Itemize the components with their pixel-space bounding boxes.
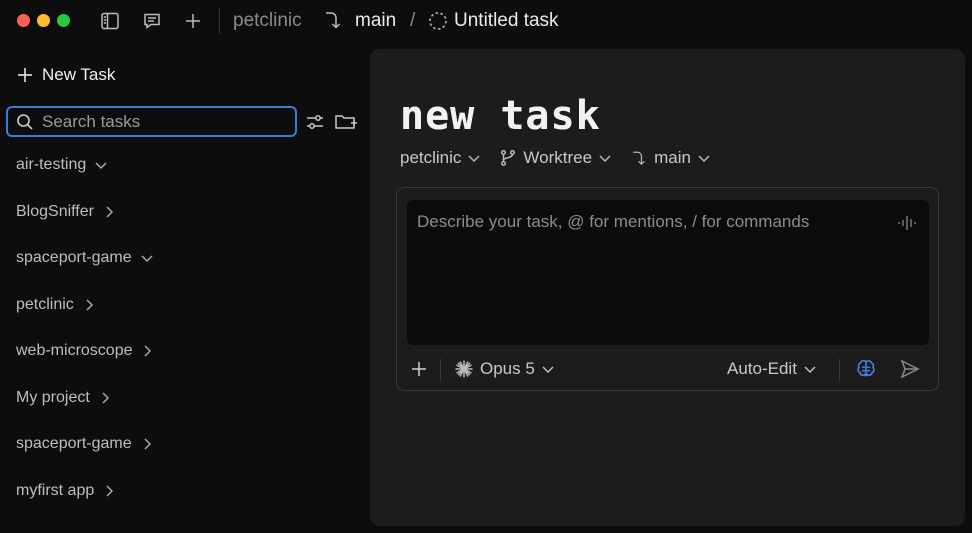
chevron-right-icon bbox=[102, 392, 109, 404]
title-bar: petclinic main / Untitled task bbox=[0, 0, 972, 42]
titlebar-divider bbox=[219, 8, 220, 34]
chevron-down-icon bbox=[599, 155, 611, 163]
breadcrumb-branch[interactable]: main bbox=[355, 9, 396, 33]
project-item[interactable]: myfirst app bbox=[16, 477, 116, 505]
close-window-button[interactable] bbox=[17, 14, 30, 27]
main-panel: new task petclinic Worktree main Describ… bbox=[370, 49, 965, 526]
project-label: My project bbox=[16, 389, 90, 406]
task-status-spinner-icon bbox=[427, 10, 449, 32]
brain-icon bbox=[857, 360, 875, 377]
project-item[interactable]: petclinic bbox=[16, 291, 96, 319]
new-task-button[interactable]: New Task bbox=[16, 63, 115, 87]
attach-plus-button[interactable] bbox=[409, 357, 429, 381]
branch-icon bbox=[322, 9, 344, 31]
project-label: air-testing bbox=[16, 156, 87, 173]
project-item[interactable]: air-testing bbox=[16, 151, 108, 179]
project-item[interactable]: BlogSniffer bbox=[16, 198, 116, 226]
sparkle-icon bbox=[455, 360, 473, 378]
prompt-area bbox=[407, 200, 929, 345]
breadcrumb-separator: / bbox=[410, 10, 416, 31]
new-task-label: New Task bbox=[42, 65, 116, 84]
footer-divider bbox=[839, 359, 840, 381]
chevron-down-icon bbox=[542, 366, 554, 374]
plus-icon bbox=[18, 68, 32, 82]
model-selector[interactable]: Opus 5 bbox=[454, 357, 555, 381]
edit-mode-selector[interactable]: Auto-Edit bbox=[727, 357, 817, 381]
chevron-right-icon bbox=[106, 206, 114, 218]
project-item[interactable]: My project bbox=[16, 384, 112, 412]
project-label: web-microscope bbox=[16, 342, 133, 359]
search-icon bbox=[17, 113, 33, 130]
model-label: Opus 5 bbox=[480, 359, 535, 378]
git-fork-icon bbox=[501, 149, 516, 167]
filter-sliders-icon[interactable] bbox=[303, 110, 327, 134]
project-label: spaceport-game bbox=[16, 249, 132, 266]
page-title: new task bbox=[400, 93, 601, 139]
project-label: spaceport-game bbox=[16, 435, 132, 452]
app-window: petclinic main / Untitled task New Task … bbox=[0, 0, 972, 533]
task-prompt-input[interactable] bbox=[407, 200, 887, 340]
edit-mode-label: Auto-Edit bbox=[727, 359, 797, 378]
branch-selector-label: main bbox=[654, 148, 691, 167]
branch-icon bbox=[633, 151, 645, 166]
breadcrumb-task[interactable]: Untitled task bbox=[454, 9, 559, 33]
mode-selector-label: Worktree bbox=[523, 148, 593, 167]
composer-footer: Opus 5 Auto-Edit bbox=[397, 353, 940, 385]
thinking-toggle-button[interactable] bbox=[855, 357, 877, 381]
project-label: BlogSniffer bbox=[16, 203, 94, 220]
send-icon bbox=[900, 359, 920, 379]
chevron-down-icon bbox=[698, 155, 710, 163]
footer-divider bbox=[440, 359, 441, 381]
chevron-right-icon bbox=[144, 345, 152, 357]
chevron-down-icon bbox=[141, 255, 153, 263]
project-label: petclinic bbox=[16, 296, 74, 313]
sidebar-toggle-icon[interactable] bbox=[99, 10, 121, 32]
breadcrumb-repo[interactable]: petclinic bbox=[233, 9, 302, 33]
chevron-down-icon bbox=[468, 155, 480, 163]
chevron-right-icon bbox=[106, 485, 114, 497]
chevron-down-icon bbox=[95, 162, 107, 170]
project-item[interactable]: spaceport-game bbox=[16, 244, 154, 272]
mode-selector[interactable]: Worktree bbox=[499, 148, 612, 168]
project-item[interactable]: spaceport-game bbox=[16, 430, 154, 458]
chevron-right-icon bbox=[86, 299, 93, 311]
chevron-right-icon bbox=[144, 438, 151, 450]
new-folder-icon[interactable] bbox=[334, 110, 358, 134]
voice-input-icon[interactable] bbox=[897, 214, 917, 232]
project-item[interactable]: web-microscope bbox=[16, 337, 154, 365]
project-label: myfirst app bbox=[16, 482, 95, 499]
plus-icon bbox=[412, 362, 426, 376]
repo-selector-label: petclinic bbox=[400, 148, 462, 167]
chat-icon[interactable] bbox=[141, 10, 163, 32]
task-composer: Opus 5 Auto-Edit bbox=[396, 187, 939, 391]
search-input[interactable] bbox=[42, 111, 282, 132]
send-button[interactable] bbox=[899, 357, 921, 381]
search-box[interactable] bbox=[6, 106, 297, 137]
maximize-window-button[interactable] bbox=[57, 14, 70, 27]
minimize-window-button[interactable] bbox=[37, 14, 50, 27]
task-selectors: petclinic Worktree main bbox=[400, 146, 729, 170]
branch-selector[interactable]: main bbox=[630, 148, 711, 168]
repo-selector[interactable]: petclinic bbox=[400, 148, 481, 168]
new-tab-plus-icon[interactable] bbox=[182, 10, 204, 32]
chevron-down-icon bbox=[804, 366, 816, 374]
